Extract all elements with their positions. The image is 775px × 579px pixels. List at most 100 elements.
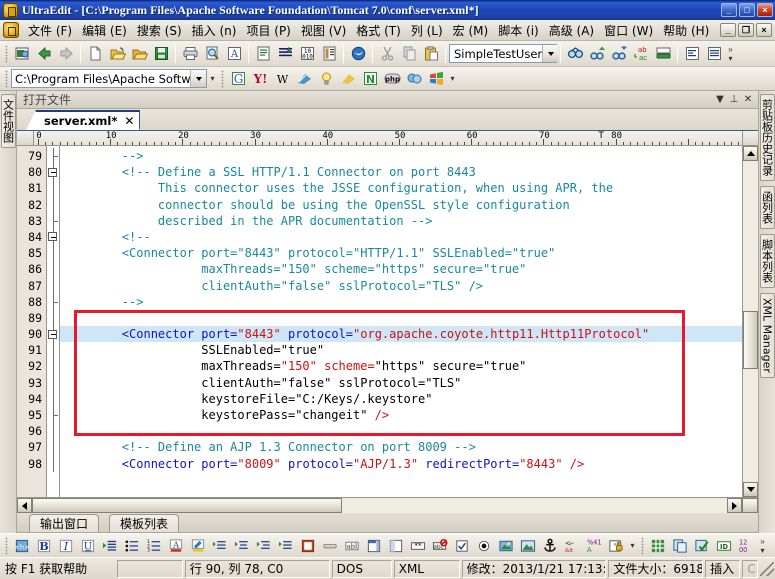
browser-icon[interactable] [347,43,369,65]
abbr-icon[interactable]: abl [341,535,363,557]
align-right-icon[interactable] [253,535,275,557]
find-next-icon[interactable] [608,43,630,65]
picture-icon[interactable] [495,535,517,557]
hex-edit-icon[interactable]: 10 010 [296,43,318,65]
close-button[interactable]: × [757,3,773,17]
cut-icon[interactable] [376,43,398,65]
fold-marker[interactable] [47,196,59,213]
tab-output-window[interactable]: 输出窗口 [29,514,100,532]
anchor-icon[interactable] [539,535,561,557]
network-icon[interactable] [293,68,315,90]
toolbar-grip[interactable] [5,69,8,88]
hr-icon[interactable] [319,535,341,557]
scroll-up-button[interactable] [743,146,758,161]
menu-format[interactable]: 格式 (T) [351,20,406,41]
highlight-icon[interactable] [337,68,359,90]
find-prev-icon[interactable] [586,43,608,65]
list-format-icon[interactable] [274,43,296,65]
scroll-left-button[interactable] [17,498,32,513]
number-icon[interactable]: 12 00 [735,535,757,557]
menu-advanced[interactable]: 高级 (A) [544,20,599,41]
menu-search[interactable]: 搜索 (S) [132,20,187,41]
fold-marker[interactable] [47,212,59,229]
save-icon[interactable] [150,43,172,65]
font-color-icon[interactable]: A [165,535,187,557]
hscroll-track[interactable] [32,498,727,513]
code-line[interactable]: keystorePass="changeit" /> [60,407,742,423]
open-folder-icon[interactable] [128,43,150,65]
toolbar-overflow-button[interactable]: » ▾ [725,43,736,65]
image-icon[interactable] [517,535,539,557]
numbered-list-icon[interactable]: 123 [143,535,165,557]
vtab-function-list[interactable]: 函列表 [759,186,775,229]
code-line[interactable]: keystoreFile="C:/Keys/.keystore" [60,391,742,407]
google-icon[interactable]: G [227,68,249,90]
status-line-ending[interactable]: DOS [331,559,392,578]
code-line[interactable]: This connector uses the JSSE configurati… [60,180,742,196]
indent-icon[interactable] [99,535,121,557]
hscroll-thumb[interactable] [32,498,342,513]
vtab-clipboard-history[interactable]: 剪贴板历史记录 [759,94,775,181]
menu-window[interactable]: 窗口 (W) [599,20,658,41]
lock-icon[interactable]: ab [605,535,627,557]
fold-toggle-icon[interactable] [48,167,57,177]
password-icon[interactable]: abc [429,535,451,557]
code-fold-column[interactable] [47,146,60,497]
fold-marker[interactable] [47,245,59,262]
code-line[interactable]: maxThreads="150" scheme="https" secure="… [60,358,742,374]
print-icon[interactable] [179,43,201,65]
bullet-list-icon[interactable] [121,535,143,557]
close-icon[interactable]: ✕ [741,94,755,105]
code-line[interactable]: --> [60,148,742,164]
fold-marker[interactable] [47,407,59,424]
code-line[interactable]: <!-- Define an AJP 1.3 Connector on port… [60,439,742,455]
code-line[interactable] [60,423,742,439]
scroll-right-button[interactable] [727,498,742,513]
toolbar-grip[interactable] [641,536,644,555]
tab-stop-marker[interactable]: T [598,131,604,141]
fold-marker[interactable] [47,277,59,294]
back-arrow-icon[interactable] [33,43,55,65]
fold-marker[interactable] [47,309,59,327]
bold-icon[interactable]: B [33,535,55,557]
javascript-icon[interactable] [403,68,425,90]
doc-close-button[interactable]: × [756,23,772,37]
code-line[interactable]: clientAuth="false" sslProtocol="TLS" /> [60,278,742,294]
fold-marker[interactable] [47,228,59,246]
fold-marker[interactable] [47,358,59,375]
radio-icon[interactable] [473,535,495,557]
image-map-icon[interactable] [297,535,319,557]
vscroll-thumb[interactable] [743,311,758,369]
html-tag-icon[interactable]: <h> [11,535,33,557]
underline-icon[interactable]: U [77,535,99,557]
note-icon[interactable]: N [359,68,381,90]
menu-column[interactable]: 列 (L) [406,20,448,41]
italic-icon[interactable]: I [55,535,77,557]
fold-marker[interactable] [47,455,59,472]
file-tab-server-xml[interactable]: server.xml* ✕ [25,110,141,130]
frame-icon[interactable] [385,535,407,557]
highlight-color-icon[interactable] [187,535,209,557]
code-line[interactable]: <Connector port="8009" protocol="AJP/1.3… [60,456,742,472]
fold-toggle-icon[interactable] [48,232,57,242]
php-icon[interactable]: php [381,68,403,90]
html-toolbar-overflow-button[interactable]: ▾ [627,535,638,557]
find-icon[interactable] [564,43,586,65]
toolbar-grip[interactable] [5,536,8,555]
print-preview-icon[interactable] [201,43,223,65]
code-line[interactable] [60,310,742,326]
fold-marker[interactable] [47,390,59,407]
vtab-file-view[interactable]: 文件视图 [0,94,16,148]
replace-icon[interactable]: ab ac [630,43,652,65]
code-line[interactable]: <Connector port="8443" protocol="HTTP/1.… [60,245,742,261]
code-line[interactable]: SSLEnabled="true" [60,342,742,358]
fold-marker[interactable] [47,261,59,278]
spellcheck-icon[interactable] [691,535,713,557]
tab-template-list[interactable]: 模板列表 [109,514,180,532]
status-syntax-mode[interactable]: XML [393,559,460,578]
align-justify-icon[interactable] [703,43,725,65]
path-toolbar-overflow-button[interactable]: ▾ [207,68,218,90]
menu-project[interactable]: 项目 (P) [241,20,295,41]
open-file-icon[interactable] [106,43,128,65]
special-char-icon[interactable]: %41 A [583,535,605,557]
